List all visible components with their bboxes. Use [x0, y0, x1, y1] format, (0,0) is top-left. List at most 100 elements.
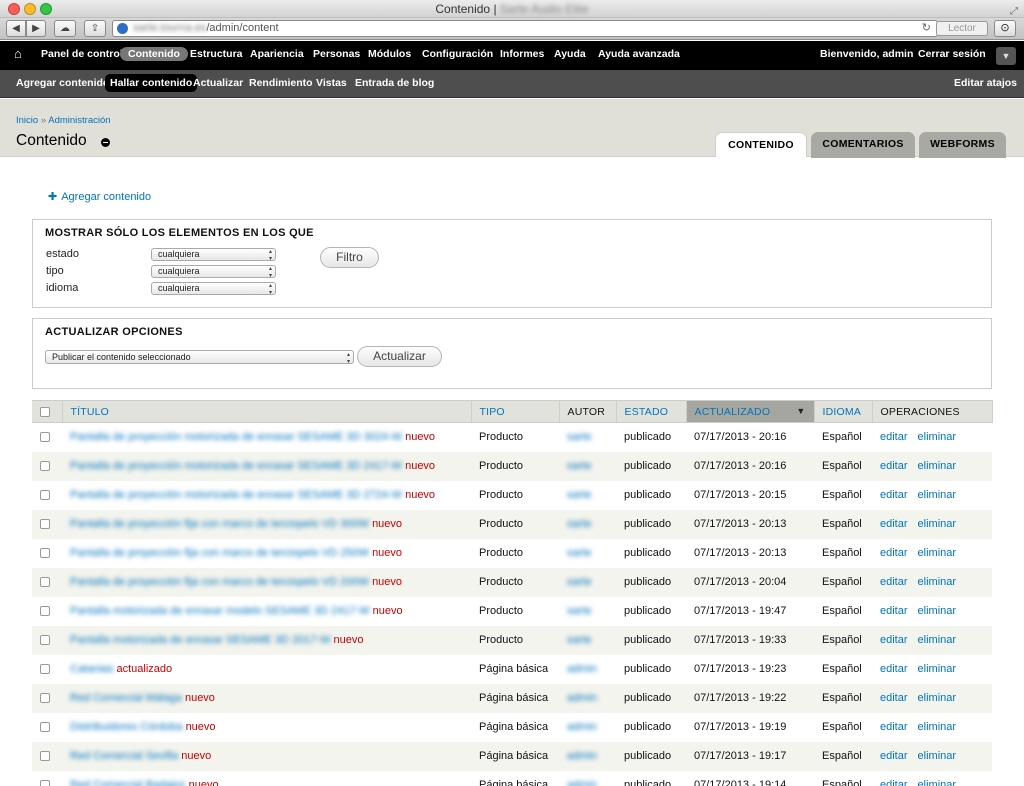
- row-title-link[interactable]: Distribuidores Córdoba: [70, 721, 183, 733]
- breadcrumb-home[interactable]: Inicio: [16, 115, 38, 126]
- row-edit-link[interactable]: editar: [880, 779, 908, 786]
- shortcut-actualizar[interactable]: Actualizar: [193, 77, 243, 89]
- update-button[interactable]: Actualizar: [357, 346, 442, 367]
- row-author-link[interactable]: admin: [567, 663, 597, 675]
- row-delete-link[interactable]: eliminar: [918, 547, 957, 559]
- menu-estructura[interactable]: Estructura: [190, 48, 243, 60]
- row-delete-link[interactable]: eliminar: [918, 750, 957, 762]
- row-checkbox[interactable]: [40, 461, 50, 472]
- zoom-window-button[interactable]: [40, 3, 52, 15]
- bulk-action-select[interactable]: Publicar el contenido seleccionado: [45, 350, 354, 365]
- row-author-link[interactable]: sarte: [567, 605, 591, 617]
- header-actualizado[interactable]: ▼ ACTUALIZADO: [686, 400, 815, 423]
- row-title-link[interactable]: Red Comercial Sevilla: [70, 750, 178, 762]
- select-all-checkbox[interactable]: [40, 406, 50, 417]
- toggle-shortcuts-button[interactable]: ▼: [996, 47, 1016, 65]
- menu-personas[interactable]: Personas: [313, 48, 360, 60]
- remove-shortcut-icon[interactable]: [101, 138, 110, 147]
- menu-panel-de-control[interactable]: Panel de control: [41, 48, 123, 60]
- row-checkbox[interactable]: [40, 577, 50, 588]
- row-author-link[interactable]: admin: [567, 692, 597, 704]
- tab-webforms[interactable]: WEBFORMS: [919, 132, 1006, 158]
- row-title-link[interactable]: Pantalla de proyección motorizada de enr…: [70, 431, 402, 443]
- row-delete-link[interactable]: eliminar: [918, 779, 957, 786]
- row-edit-link[interactable]: editar: [880, 489, 908, 501]
- reader-button[interactable]: Lector: [936, 21, 988, 36]
- row-author-link[interactable]: sarte: [567, 489, 591, 501]
- row-author-link[interactable]: sarte: [567, 518, 591, 530]
- minimize-window-button[interactable]: [24, 3, 36, 15]
- row-edit-link[interactable]: editar: [880, 518, 908, 530]
- shortcut-agregar-contenido[interactable]: Agregar contenido: [16, 77, 109, 89]
- row-checkbox[interactable]: [40, 432, 50, 443]
- row-title-link[interactable]: Pantalla de proyección motorizada de enr…: [70, 489, 402, 501]
- menu-apariencia[interactable]: Apariencia: [250, 48, 304, 60]
- menu-contenido[interactable]: Contenido: [120, 47, 188, 61]
- menu-modulos[interactable]: Módulos: [368, 48, 411, 60]
- row-edit-link[interactable]: editar: [880, 547, 908, 559]
- row-delete-link[interactable]: eliminar: [918, 489, 957, 501]
- row-author-link[interactable]: admin: [567, 779, 597, 786]
- row-delete-link[interactable]: eliminar: [918, 431, 957, 443]
- filter-button[interactable]: Filtro: [320, 247, 379, 268]
- filter-select-estado[interactable]: cualquiera: [151, 248, 276, 262]
- home-icon[interactable]: ⌂: [14, 46, 22, 61]
- row-delete-link[interactable]: eliminar: [918, 576, 957, 588]
- filter-select-tipo[interactable]: cualquiera: [151, 265, 276, 279]
- downloads-button[interactable]: ⊙: [994, 20, 1016, 37]
- row-title-link[interactable]: Catanias: [70, 663, 113, 675]
- row-author-link[interactable]: sarte: [567, 576, 591, 588]
- row-delete-link[interactable]: eliminar: [918, 605, 957, 617]
- tab-contenido[interactable]: CONTENIDO: [715, 132, 807, 157]
- row-author-link[interactable]: sarte: [567, 547, 591, 559]
- row-delete-link[interactable]: eliminar: [918, 634, 957, 646]
- row-edit-link[interactable]: editar: [880, 663, 908, 675]
- row-delete-link[interactable]: eliminar: [918, 518, 957, 530]
- row-delete-link[interactable]: eliminar: [918, 460, 957, 472]
- shortcut-vistas[interactable]: Vistas: [316, 77, 347, 89]
- logout-link[interactable]: Cerrar sesión: [918, 48, 986, 60]
- row-author-link[interactable]: admin: [567, 750, 597, 762]
- row-edit-link[interactable]: editar: [880, 576, 908, 588]
- row-edit-link[interactable]: editar: [880, 460, 908, 472]
- row-title-link[interactable]: Pantalla de proyección motorizada de enr…: [70, 460, 402, 472]
- shortcut-entrada-de-blog[interactable]: Entrada de blog: [355, 77, 434, 89]
- add-content-link[interactable]: ✚ Agregar contenido: [48, 190, 151, 203]
- row-checkbox[interactable]: [40, 751, 50, 762]
- menu-configuracion[interactable]: Configuración: [422, 48, 493, 60]
- row-author-link[interactable]: sarte: [567, 431, 591, 443]
- header-estado[interactable]: ESTADO: [616, 400, 687, 423]
- reload-icon[interactable]: ↻: [922, 21, 931, 36]
- forward-button[interactable]: ▶: [26, 20, 46, 37]
- shortcut-rendimiento[interactable]: Rendimiento: [249, 77, 313, 89]
- row-title-link[interactable]: Pantalla de proyección fija con marco de…: [70, 547, 369, 559]
- close-window-button[interactable]: [8, 3, 20, 15]
- row-checkbox[interactable]: [40, 519, 50, 530]
- row-edit-link[interactable]: editar: [880, 750, 908, 762]
- row-checkbox[interactable]: [40, 635, 50, 646]
- row-checkbox[interactable]: [40, 722, 50, 733]
- filter-select-idioma[interactable]: cualquiera: [151, 282, 276, 296]
- row-title-link[interactable]: Pantalla motorizada de enrasar SESAME 3D…: [70, 634, 330, 646]
- row-title-link[interactable]: Red Comercial Málaga: [70, 692, 182, 704]
- row-edit-link[interactable]: editar: [880, 431, 908, 443]
- header-idioma[interactable]: IDIOMA: [814, 400, 873, 423]
- row-delete-link[interactable]: eliminar: [918, 721, 957, 733]
- row-checkbox[interactable]: [40, 490, 50, 501]
- row-author-link[interactable]: sarte: [567, 460, 591, 472]
- header-titulo[interactable]: TÍTULO: [62, 400, 472, 423]
- share-button[interactable]: ⇪: [84, 20, 106, 37]
- row-title-link[interactable]: Pantalla motorizada de enrasar modelo SE…: [70, 605, 370, 617]
- row-checkbox[interactable]: [40, 780, 50, 786]
- welcome-user[interactable]: Bienvenido, admin: [820, 48, 913, 60]
- row-delete-link[interactable]: eliminar: [918, 692, 957, 704]
- menu-ayuda[interactable]: Ayuda: [554, 48, 586, 60]
- header-tipo[interactable]: TIPO: [471, 400, 560, 423]
- row-edit-link[interactable]: editar: [880, 721, 908, 733]
- shortcut-hallar-contenido[interactable]: Hallar contenido: [105, 74, 198, 92]
- menu-ayuda-avanzada[interactable]: Ayuda avanzada: [598, 48, 680, 60]
- row-edit-link[interactable]: editar: [880, 634, 908, 646]
- row-title-link[interactable]: Pantalla de proyección fija con marco de…: [70, 518, 369, 530]
- row-checkbox[interactable]: [40, 664, 50, 675]
- breadcrumb-admin[interactable]: Administración: [48, 115, 110, 126]
